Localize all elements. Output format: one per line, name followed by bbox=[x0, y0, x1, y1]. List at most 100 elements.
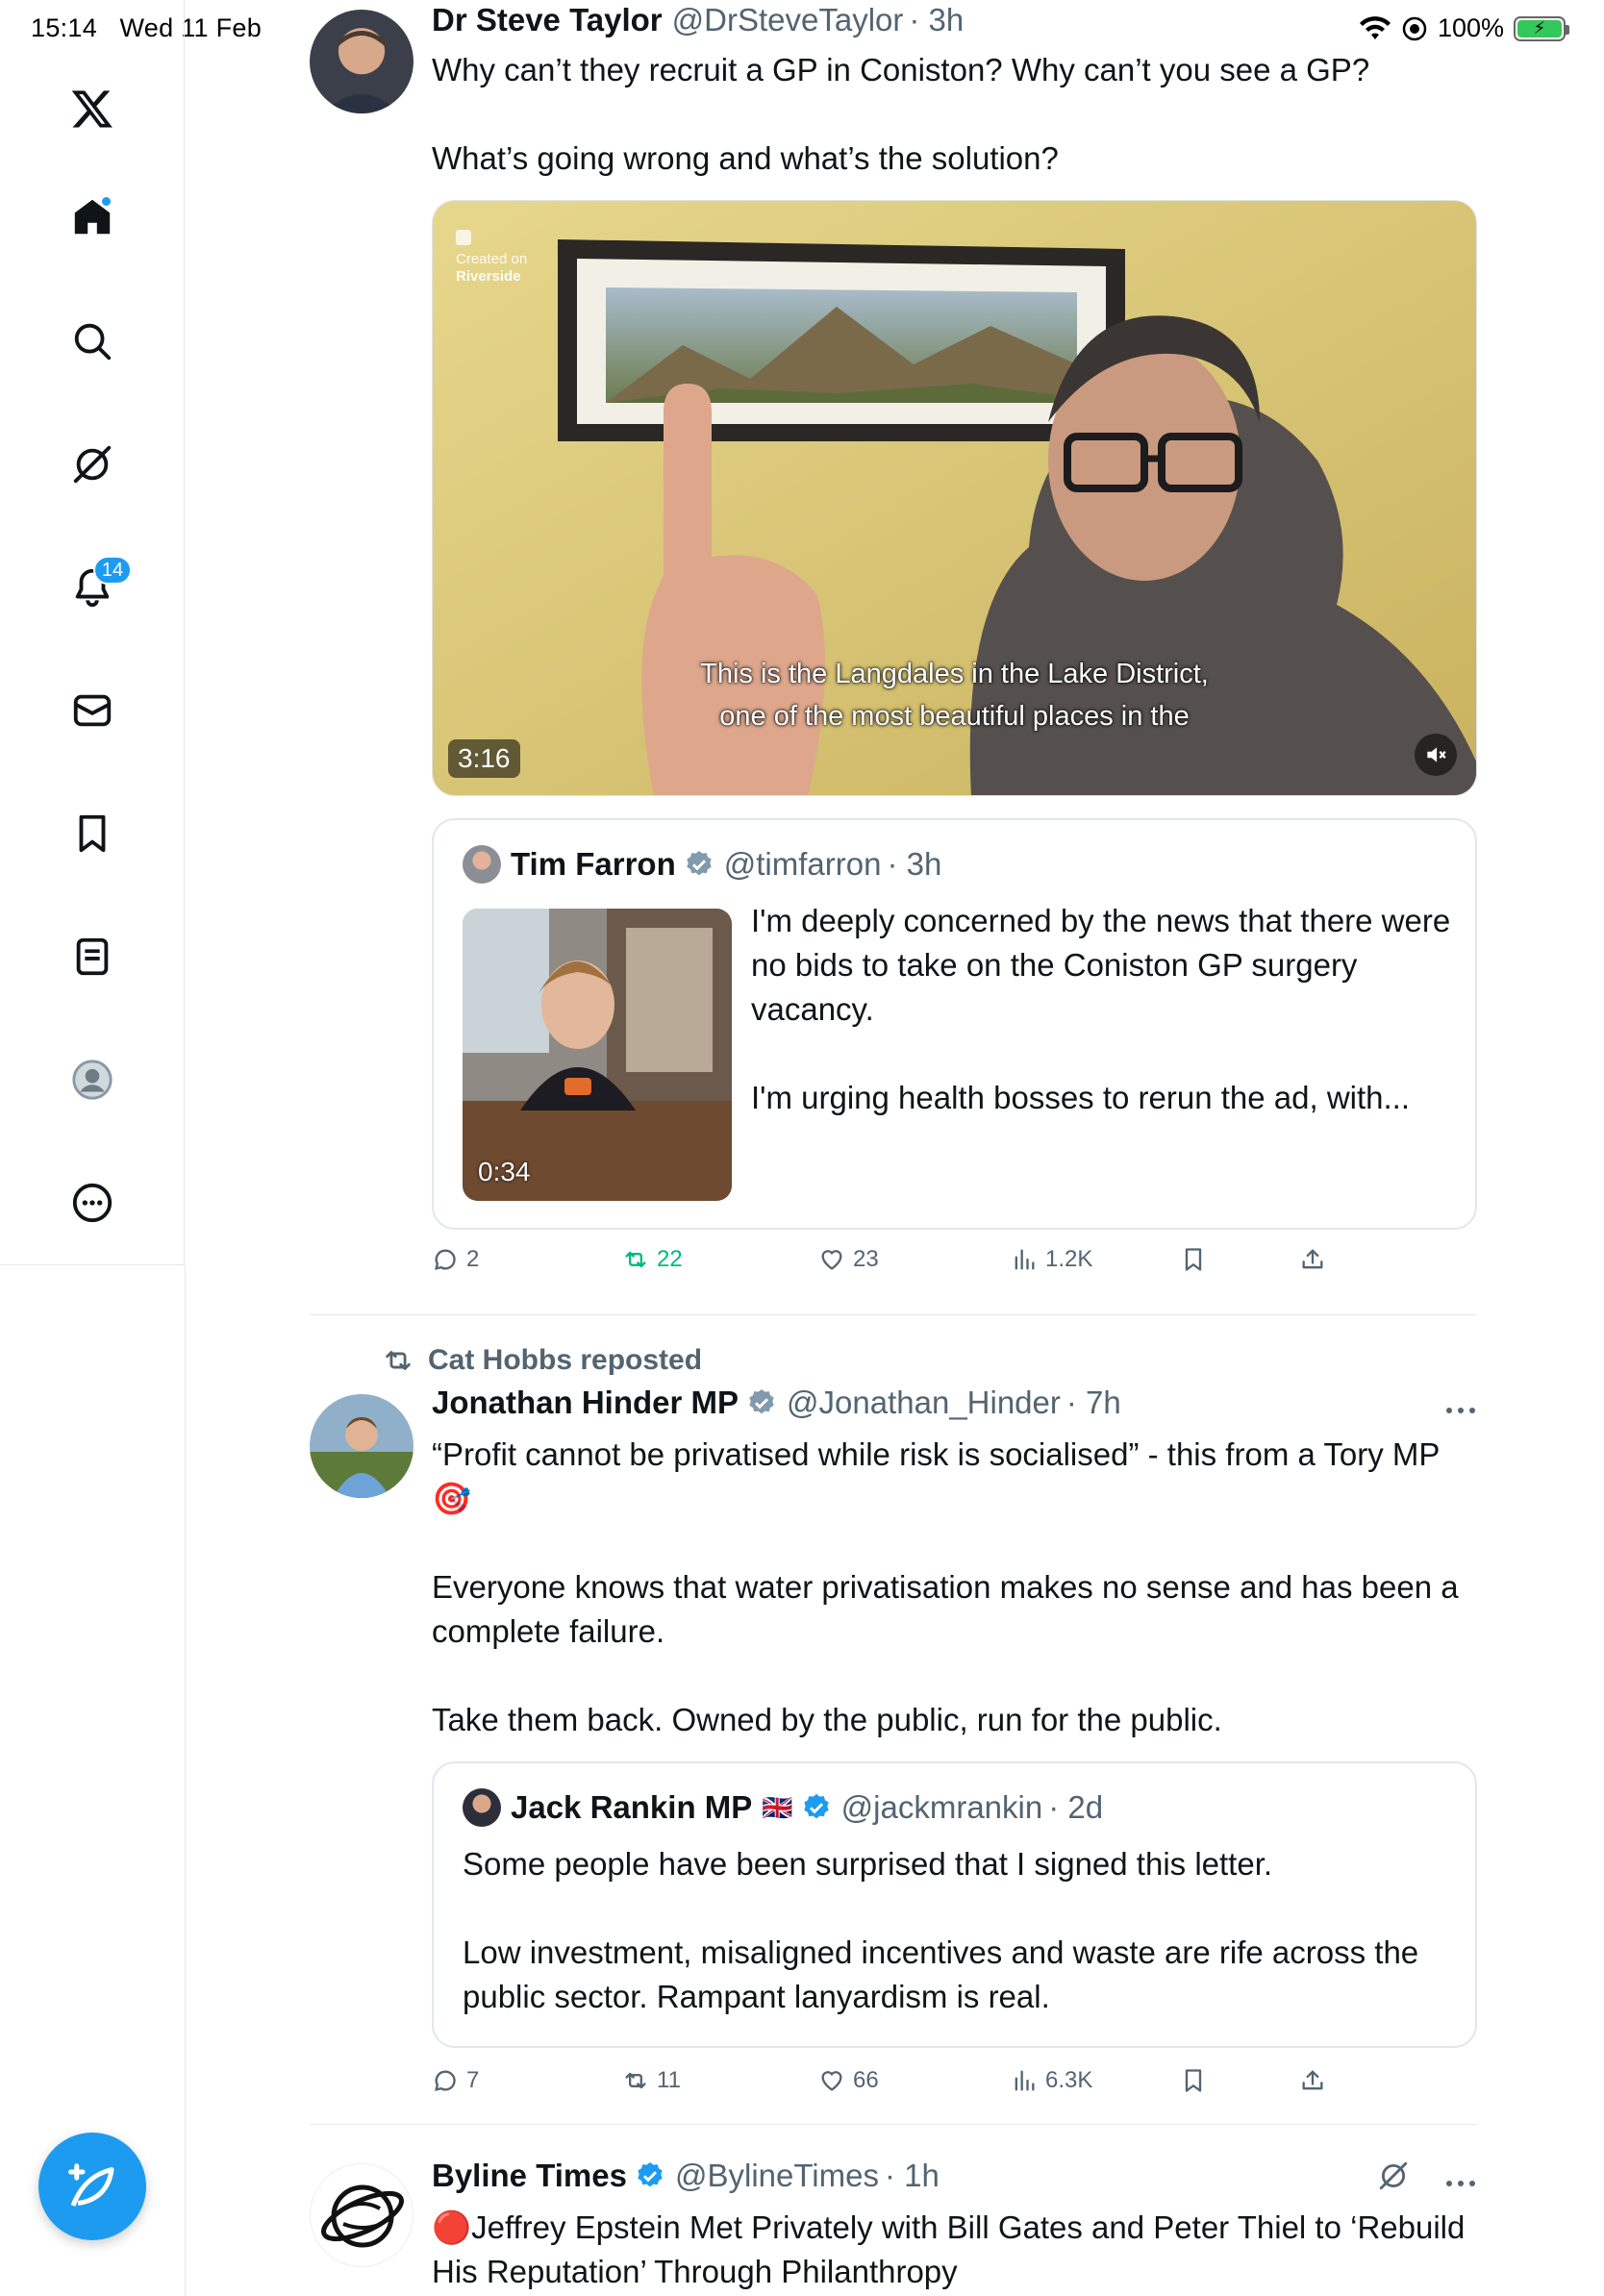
avatar[interactable] bbox=[310, 10, 414, 113]
compose-button[interactable] bbox=[38, 2133, 146, 2240]
quote-author-name[interactable]: Jack Rankin MP bbox=[511, 1789, 752, 1826]
quoted-tweet[interactable]: Jack Rankin MP 🇬🇧 @jackmrankin · 2d Some… bbox=[432, 1761, 1477, 2048]
quote-text: I'm deeply concerned by the news that th… bbox=[751, 903, 1451, 1115]
repost-button[interactable]: 22 bbox=[622, 1246, 683, 1273]
bookmark-button[interactable] bbox=[1180, 1246, 1207, 1273]
quote-avatar[interactable] bbox=[463, 1788, 501, 1827]
bookmark-button[interactable] bbox=[1180, 2067, 1207, 2094]
repost-icon bbox=[625, 2072, 646, 2089]
repost-label[interactable]: Cat Hobbs reposted bbox=[428, 1344, 702, 1377]
tweet-text: “Profit cannot be privatised while risk … bbox=[432, 1436, 1459, 1737]
tweet[interactable]: Byline Times @BylineTimes · 1h 🔴Jeffrey … bbox=[310, 2125, 1477, 2296]
views-button[interactable]: 1.2K bbox=[1011, 1246, 1092, 1273]
tweet-header: Dr Steve Taylor @DrSteveTaylor · 3h bbox=[432, 2, 964, 38]
more-options-button[interactable] bbox=[1444, 2163, 1477, 2196]
sidebar: 14 bbox=[0, 0, 185, 1265]
tweet-time[interactable]: · 3h bbox=[909, 2, 964, 38]
avatar[interactable] bbox=[310, 2163, 414, 2267]
author-handle[interactable]: @DrSteveTaylor bbox=[672, 2, 904, 38]
grok-icon[interactable] bbox=[61, 433, 124, 496]
tweet-text: Why can’t they recruit a GP in Coniston?… bbox=[432, 52, 1370, 176]
tweet[interactable]: Cat Hobbs reposted Jonathan Hinder MP @J… bbox=[310, 1315, 1477, 2125]
views-button[interactable]: 6.3K bbox=[1011, 2067, 1092, 2094]
quote-author-handle[interactable]: @timfarron bbox=[724, 846, 882, 883]
reply-icon bbox=[435, 2070, 456, 2091]
reply-count: 2 bbox=[466, 1246, 480, 1272]
bell-icon[interactable]: 14 bbox=[61, 556, 132, 619]
author-handle[interactable]: @Jonathan_Hinder bbox=[787, 1385, 1061, 1421]
grok-button[interactable] bbox=[1377, 2159, 1410, 2197]
bookmark-icon bbox=[1185, 1248, 1202, 1271]
author-handle[interactable]: @BylineTimes bbox=[675, 2158, 879, 2194]
quote-time: · 3h bbox=[887, 846, 942, 882]
quoted-tweet[interactable]: Tim Farron @timfarron · 3h 0:34 I'm deep… bbox=[432, 818, 1477, 1230]
profile-icon[interactable] bbox=[61, 1048, 124, 1111]
avatar[interactable] bbox=[310, 1394, 414, 1498]
heart-icon bbox=[821, 1250, 842, 1270]
grok-icon bbox=[1379, 2161, 1408, 2190]
quote-time: · 2d bbox=[1048, 1789, 1104, 1825]
like-button[interactable]: 23 bbox=[818, 1246, 879, 1273]
repost-count: 11 bbox=[657, 2067, 681, 2093]
tweet-actions: 2 22 23 1.2K bbox=[432, 1246, 1393, 1285]
share-button[interactable] bbox=[1299, 1246, 1326, 1273]
tweet-video[interactable]: Created on Riverside This is the Langdal… bbox=[432, 200, 1477, 796]
tweet-text: 🔴Jeffrey Epstein Met Privately with Bill… bbox=[432, 2209, 1474, 2289]
reply-button[interactable]: 2 bbox=[432, 1246, 479, 1273]
tweet[interactable]: Dr Steve Taylor @DrSteveTaylor · 3h Why … bbox=[310, 0, 1477, 1313]
notifications-badge: 14 bbox=[93, 556, 132, 585]
views-icon bbox=[1015, 2070, 1035, 2091]
quote-author-name[interactable]: Tim Farron bbox=[511, 846, 676, 883]
compose-feather-icon bbox=[68, 2163, 114, 2207]
quote-video-duration: 0:34 bbox=[478, 1157, 531, 1186]
caption-line: one of the most beautiful places in the bbox=[719, 701, 1190, 732]
tweet-actions: 7 11 66 6.3K bbox=[432, 2067, 1393, 2106]
quote-video-thumbnail[interactable]: 0:34 bbox=[463, 909, 732, 1201]
uk-flag-icon: 🇬🇧 bbox=[762, 1792, 793, 1822]
watermark-label: Created on bbox=[456, 251, 528, 267]
tweet-time[interactable]: · 1h bbox=[885, 2158, 940, 2194]
ellipsis-icon bbox=[1446, 2181, 1475, 2186]
author-name[interactable]: Jonathan Hinder MP bbox=[432, 1385, 739, 1421]
share-button[interactable] bbox=[1299, 2067, 1326, 2094]
like-count: 23 bbox=[853, 1246, 879, 1272]
search-icon[interactable] bbox=[61, 310, 124, 373]
lists-icon[interactable] bbox=[61, 925, 124, 988]
muted-speaker-icon bbox=[1427, 747, 1446, 762]
author-name[interactable]: Byline Times bbox=[432, 2158, 627, 2194]
reply-icon bbox=[435, 1249, 456, 1270]
views-count: 1.2K bbox=[1045, 1246, 1093, 1272]
heart-icon bbox=[821, 2071, 842, 2091]
x-logo[interactable] bbox=[61, 77, 124, 140]
author-name[interactable]: Dr Steve Taylor bbox=[432, 2, 663, 38]
verified-badge-icon bbox=[749, 1389, 774, 1414]
tweet-time[interactable]: · 7h bbox=[1066, 1385, 1121, 1421]
riverside-logo bbox=[456, 230, 471, 245]
home-unread-dot bbox=[100, 195, 113, 208]
tweet-header: Jonathan Hinder MP @Jonathan_Hinder · 7h bbox=[432, 1385, 1121, 1421]
ellipsis-icon bbox=[1446, 1408, 1475, 1413]
quote-author-handle[interactable]: @jackmrankin bbox=[841, 1789, 1043, 1826]
caption-line: This is the Langdales in the Lake Distri… bbox=[700, 659, 1209, 689]
repost-button[interactable]: 11 bbox=[622, 2067, 681, 2094]
repost-icon bbox=[625, 1251, 646, 1268]
verified-badge-icon bbox=[687, 851, 712, 876]
views-count: 6.3K bbox=[1045, 2067, 1093, 2093]
reply-button[interactable]: 7 bbox=[432, 2067, 479, 2094]
verified-badge-icon bbox=[803, 1794, 829, 1819]
like-button[interactable]: 66 bbox=[818, 2067, 879, 2094]
mute-button[interactable] bbox=[1415, 734, 1457, 776]
quote-header: Tim Farron @timfarron · 3h bbox=[463, 845, 941, 884]
views-icon bbox=[1015, 1249, 1035, 1270]
repost-count: 22 bbox=[657, 1246, 683, 1272]
bookmark-icon[interactable] bbox=[61, 802, 124, 865]
verified-badge-icon bbox=[638, 2162, 663, 2187]
riverside-watermark: Created on Riverside bbox=[456, 230, 527, 286]
more-options-button[interactable] bbox=[1444, 1390, 1477, 1423]
mail-icon[interactable] bbox=[61, 679, 124, 742]
more-icon[interactable] bbox=[61, 1171, 124, 1235]
video-captions: This is the Langdales in the Lake Distri… bbox=[433, 653, 1476, 737]
quote-avatar[interactable] bbox=[463, 845, 501, 884]
home-icon[interactable] bbox=[61, 186, 124, 249]
battery-icon: ⚡ bbox=[1514, 15, 1569, 41]
